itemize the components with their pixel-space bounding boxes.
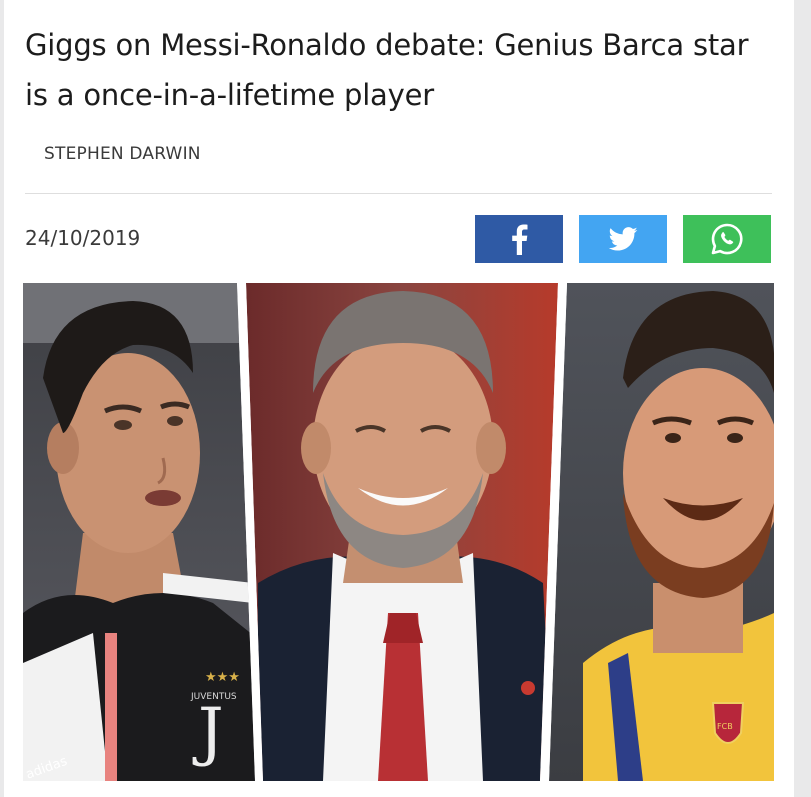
twitter-icon — [608, 227, 638, 251]
messi-panel: FCB — [549, 283, 774, 781]
svg-text:★★★: ★★★ — [205, 670, 240, 685]
ronaldo-panel: ★★★ JUVENTUS J adidas — [23, 283, 255, 781]
article-author[interactable]: STEPHEN DARWIN — [44, 144, 201, 164]
whatsapp-share-button[interactable] — [683, 215, 771, 263]
whatsapp-icon — [711, 223, 743, 255]
article-title[interactable]: Giggs on Messi-Ronaldo debate: Genius Ba… — [25, 20, 765, 120]
article-image: ★★★ JUVENTUS J adidas FCB — [23, 283, 774, 781]
player-collage: ★★★ JUVENTUS J adidas FCB — [23, 283, 774, 781]
article-card: Giggs on Messi-Ronaldo debate: Genius Ba… — [4, 0, 794, 797]
facebook-icon — [512, 224, 528, 255]
fcb-crest-text: FCB — [717, 722, 733, 731]
article-date: 24/10/2019 — [25, 226, 141, 250]
twitter-share-button[interactable] — [579, 215, 667, 263]
facebook-share-button[interactable] — [475, 215, 563, 263]
divider — [25, 193, 772, 194]
giggs-panel — [246, 283, 558, 781]
